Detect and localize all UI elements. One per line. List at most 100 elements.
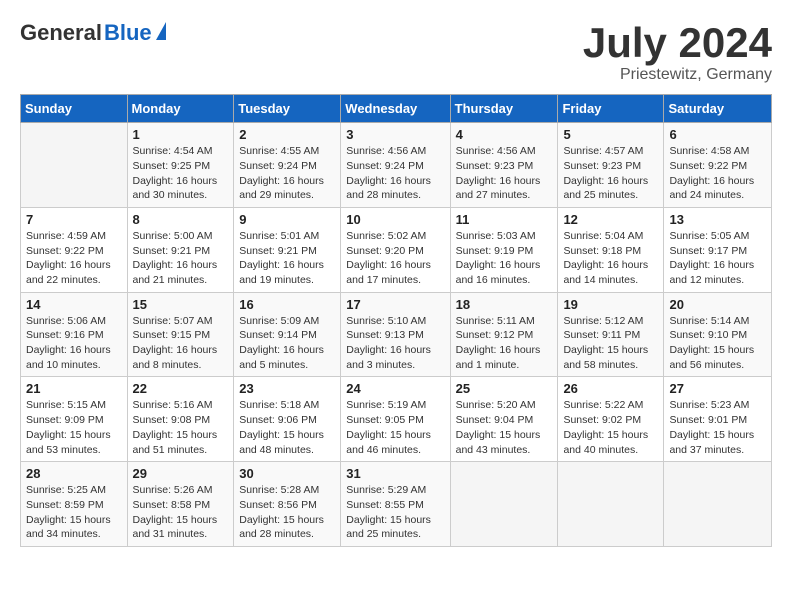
- calendar-week-row: 21Sunrise: 5:15 AM Sunset: 9:09 PM Dayli…: [21, 377, 772, 462]
- calendar-cell: 3 Sunrise: 4:56 AM Sunset: 9:24 PM Daylig…: [341, 123, 450, 208]
- calendar-cell: 31Sunrise: 5:29 AM Sunset: 8:55 PM Dayli…: [341, 462, 450, 547]
- calendar-cell: 5 Sunrise: 4:57 AM Sunset: 9:23 PM Daylig…: [558, 123, 664, 208]
- calendar-cell: 13 Sunrise: 5:05 AM Sunset: 9:17 PM Dayli…: [664, 207, 772, 292]
- day-info: Sunrise: 5:16 AM Sunset: 9:08 PM Dayligh…: [133, 398, 229, 457]
- calendar-cell: 6 Sunrise: 4:58 AM Sunset: 9:22 PM Daylig…: [664, 123, 772, 208]
- calendar-cell: 4Sunrise: 4:56 AM Sunset: 9:23 PM Daylig…: [450, 123, 558, 208]
- day-number: 28: [26, 466, 122, 481]
- column-header-sunday: Sunday: [21, 95, 128, 123]
- calendar-week-row: 28 Sunrise: 5:25 AM Sunset: 8:59 PM Dayli…: [21, 462, 772, 547]
- day-number: 2: [239, 127, 335, 142]
- day-info: Sunrise: 5:25 AM Sunset: 8:59 PM Dayligh…: [26, 483, 122, 542]
- day-number: 31: [346, 466, 444, 481]
- day-info: Sunrise: 4:56 AM Sunset: 9:24 PM Dayligh…: [346, 144, 444, 203]
- day-info: Sunrise: 5:14 AM Sunset: 9:10 PM Dayligh…: [669, 314, 766, 373]
- calendar-cell: 1 Sunrise: 4:54 AM Sunset: 9:25 PM Daylig…: [127, 123, 234, 208]
- day-number: 21: [26, 381, 122, 396]
- day-info: Sunrise: 5:00 AM Sunset: 9:21 PM Dayligh…: [133, 229, 229, 288]
- day-number: 3: [346, 127, 444, 142]
- day-info: Sunrise: 4:55 AM Sunset: 9:24 PM Dayligh…: [239, 144, 335, 203]
- calendar-cell: 28 Sunrise: 5:25 AM Sunset: 8:59 PM Dayli…: [21, 462, 128, 547]
- day-number: 10: [346, 212, 444, 227]
- day-number: 11: [456, 212, 553, 227]
- day-number: 25: [456, 381, 553, 396]
- day-number: 5: [563, 127, 658, 142]
- day-number: 9: [239, 212, 335, 227]
- day-number: 6: [669, 127, 766, 142]
- calendar-table: SundayMondayTuesdayWednesdayThursdayFrid…: [20, 94, 772, 547]
- day-info: Sunrise: 4:57 AM Sunset: 9:23 PM Dayligh…: [563, 144, 658, 203]
- calendar-cell: 10 Sunrise: 5:02 AM Sunset: 9:20 PM Dayli…: [341, 207, 450, 292]
- calendar-cell: 26 Sunrise: 5:22 AM Sunset: 9:02 PM Dayli…: [558, 377, 664, 462]
- calendar-cell: 14Sunrise: 5:06 AM Sunset: 9:16 PM Dayli…: [21, 292, 128, 377]
- day-info: Sunrise: 4:54 AM Sunset: 9:25 PM Dayligh…: [133, 144, 229, 203]
- calendar-cell: [450, 462, 558, 547]
- day-number: 20: [669, 297, 766, 312]
- calendar-cell: 17 Sunrise: 5:10 AM Sunset: 9:13 PM Dayli…: [341, 292, 450, 377]
- day-info: Sunrise: 5:09 AM Sunset: 9:14 PM Dayligh…: [239, 314, 335, 373]
- calendar-cell: 20 Sunrise: 5:14 AM Sunset: 9:10 PM Dayli…: [664, 292, 772, 377]
- calendar-cell: 23Sunrise: 5:18 AM Sunset: 9:06 PM Dayli…: [234, 377, 341, 462]
- day-info: Sunrise: 5:11 AM Sunset: 9:12 PM Dayligh…: [456, 314, 553, 373]
- calendar-cell: [21, 123, 128, 208]
- calendar-cell: 22 Sunrise: 5:16 AM Sunset: 9:08 PM Dayli…: [127, 377, 234, 462]
- calendar-location: Priestewitz, Germany: [583, 66, 772, 84]
- calendar-week-row: 1 Sunrise: 4:54 AM Sunset: 9:25 PM Daylig…: [21, 123, 772, 208]
- day-info: Sunrise: 5:26 AM Sunset: 8:58 PM Dayligh…: [133, 483, 229, 542]
- calendar-week-row: 14Sunrise: 5:06 AM Sunset: 9:16 PM Dayli…: [21, 292, 772, 377]
- day-number: 8: [133, 212, 229, 227]
- calendar-cell: 30Sunrise: 5:28 AM Sunset: 8:56 PM Dayli…: [234, 462, 341, 547]
- day-info: Sunrise: 5:01 AM Sunset: 9:21 PM Dayligh…: [239, 229, 335, 288]
- calendar-cell: [664, 462, 772, 547]
- day-number: 1: [133, 127, 229, 142]
- day-info: Sunrise: 5:07 AM Sunset: 9:15 PM Dayligh…: [133, 314, 229, 373]
- day-number: 19: [563, 297, 658, 312]
- day-info: Sunrise: 5:23 AM Sunset: 9:01 PM Dayligh…: [669, 398, 766, 457]
- column-header-tuesday: Tuesday: [234, 95, 341, 123]
- column-header-saturday: Saturday: [664, 95, 772, 123]
- calendar-week-row: 7 Sunrise: 4:59 AM Sunset: 9:22 PM Daylig…: [21, 207, 772, 292]
- calendar-title: July 2024: [583, 20, 772, 66]
- day-info: Sunrise: 5:10 AM Sunset: 9:13 PM Dayligh…: [346, 314, 444, 373]
- day-number: 17: [346, 297, 444, 312]
- day-info: Sunrise: 5:02 AM Sunset: 9:20 PM Dayligh…: [346, 229, 444, 288]
- calendar-cell: 16 Sunrise: 5:09 AM Sunset: 9:14 PM Dayli…: [234, 292, 341, 377]
- day-info: Sunrise: 5:04 AM Sunset: 9:18 PM Dayligh…: [563, 229, 658, 288]
- day-number: 24: [346, 381, 444, 396]
- day-number: 7: [26, 212, 122, 227]
- logo: General Blue: [20, 20, 166, 46]
- calendar-cell: 19 Sunrise: 5:12 AM Sunset: 9:11 PM Dayli…: [558, 292, 664, 377]
- day-number: 12: [563, 212, 658, 227]
- day-number: 29: [133, 466, 229, 481]
- calendar-cell: 12 Sunrise: 5:04 AM Sunset: 9:18 PM Dayli…: [558, 207, 664, 292]
- calendar-header-row: SundayMondayTuesdayWednesdayThursdayFrid…: [21, 95, 772, 123]
- day-info: Sunrise: 5:18 AM Sunset: 9:06 PM Dayligh…: [239, 398, 335, 457]
- day-number: 15: [133, 297, 229, 312]
- calendar-cell: 8 Sunrise: 5:00 AM Sunset: 9:21 PM Daylig…: [127, 207, 234, 292]
- day-number: 13: [669, 212, 766, 227]
- day-info: Sunrise: 5:05 AM Sunset: 9:17 PM Dayligh…: [669, 229, 766, 288]
- day-info: Sunrise: 5:06 AM Sunset: 9:16 PM Dayligh…: [26, 314, 122, 373]
- day-number: 30: [239, 466, 335, 481]
- day-number: 26: [563, 381, 658, 396]
- calendar-cell: 21Sunrise: 5:15 AM Sunset: 9:09 PM Dayli…: [21, 377, 128, 462]
- day-info: Sunrise: 4:58 AM Sunset: 9:22 PM Dayligh…: [669, 144, 766, 203]
- day-info: Sunrise: 4:59 AM Sunset: 9:22 PM Dayligh…: [26, 229, 122, 288]
- calendar-cell: [558, 462, 664, 547]
- column-header-thursday: Thursday: [450, 95, 558, 123]
- day-info: Sunrise: 5:20 AM Sunset: 9:04 PM Dayligh…: [456, 398, 553, 457]
- calendar-cell: 11Sunrise: 5:03 AM Sunset: 9:19 PM Dayli…: [450, 207, 558, 292]
- day-info: Sunrise: 5:22 AM Sunset: 9:02 PM Dayligh…: [563, 398, 658, 457]
- day-info: Sunrise: 4:56 AM Sunset: 9:23 PM Dayligh…: [456, 144, 553, 203]
- day-number: 22: [133, 381, 229, 396]
- column-header-friday: Friday: [558, 95, 664, 123]
- title-block: July 2024 Priestewitz, Germany: [583, 20, 772, 84]
- day-info: Sunrise: 5:12 AM Sunset: 9:11 PM Dayligh…: [563, 314, 658, 373]
- logo-arrow-icon: [156, 22, 166, 40]
- calendar-cell: 7 Sunrise: 4:59 AM Sunset: 9:22 PM Daylig…: [21, 207, 128, 292]
- calendar-cell: 18Sunrise: 5:11 AM Sunset: 9:12 PM Dayli…: [450, 292, 558, 377]
- column-header-monday: Monday: [127, 95, 234, 123]
- day-number: 16: [239, 297, 335, 312]
- calendar-cell: 25 Sunrise: 5:20 AM Sunset: 9:04 PM Dayli…: [450, 377, 558, 462]
- page-header: General Blue July 2024 Priestewitz, Germ…: [20, 20, 772, 84]
